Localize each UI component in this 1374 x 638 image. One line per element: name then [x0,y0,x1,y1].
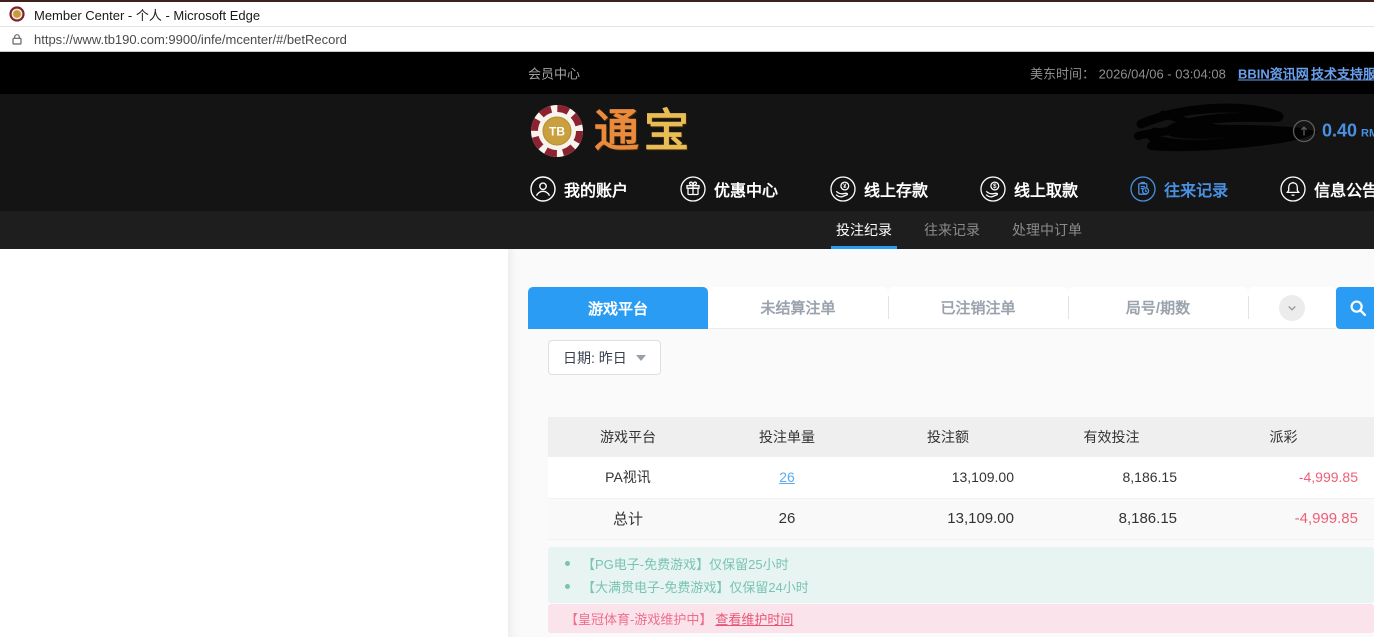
window-title: Member Center - 个人 - Microsoft Edge [34,5,260,24]
site-logo[interactable]: TB 通宝 [530,104,694,158]
col-header-payout: 派彩 [1193,417,1374,457]
withdraw-icon: $ [980,176,1006,202]
tab-round-number[interactable]: 局号/期数 [1068,287,1248,329]
notice-line: 【PG电子-免费游戏】仅保留25小时 [548,552,1374,575]
total-payout: -4,999.85 [1193,498,1374,539]
view-maintenance-time-link[interactable]: 查看维护时间 [715,609,793,628]
notice-line: 【大满贯电子-免费游戏】仅保留24小时 [548,575,1374,598]
col-header-valid-bet: 有效投注 [1030,417,1193,457]
nav-item-my-account[interactable]: 我的账户 [530,176,628,202]
main-content: 游戏平台 未结算注单 已注销注单 局号/期数 [0,249,1374,637]
favicon-tb-chip-icon [9,6,25,22]
logo-wordmark: 通宝 [594,108,694,153]
info-notice-box: 【PG电子-免费游戏】仅保留25小时 【大满贯电子-免费游戏】仅保留24小时 [548,547,1374,603]
search-icon [1347,297,1369,319]
balance-amount: 0.40 [1322,120,1357,140]
total-bet-amount: 13,109.00 [866,498,1030,539]
nav-item-records[interactable]: 往来记录 [1130,176,1228,202]
subnav-item-processing-orders[interactable]: 处理中订单 [1012,211,1082,249]
bet-summary-table: 游戏平台 投注单量 投注额 有效投注 派彩 PA视讯 26 13,109.00 … [548,417,1374,540]
sub-nav: 投注纪录 往来记录 处理中订单 [0,211,1374,249]
total-bet-count: 26 [708,498,866,539]
table-total-row: 总计 26 13,109.00 8,186.15 -4,999.85 [548,498,1374,539]
nav-item-promotions[interactable]: 优惠中心 [680,176,778,202]
bell-icon [1280,176,1306,202]
maintenance-text: 【皇冠体育-游戏维护中】 [565,609,712,628]
top-utility-bar: 会员中心 美东时间： 2026/04/06 - 03:04:08 BBIN资讯网… [0,52,1374,94]
total-label: 总计 [548,498,708,539]
site-header: TB 通宝 0.40 RMB [0,94,1374,167]
main-nav: 我的账户 优惠中心 ¥ 线上存款 $ 线上取款 [0,167,1374,211]
bullet-icon [565,561,570,566]
nav-item-announcements[interactable]: 信息公告 [1280,176,1374,202]
content-panel: 游戏平台 未结算注单 已注销注单 局号/期数 [508,249,1374,637]
deposit-icon: ¥ [830,176,856,202]
tab-cancelled-bets[interactable]: 已注销注单 [888,287,1068,329]
cell-valid-bet: 8,186.15 [1030,457,1193,498]
tab-game-platform[interactable]: 游戏平台 [528,287,708,329]
bbin-news-link[interactable]: BBIN资讯网 [1238,64,1309,83]
caret-down-icon [636,355,646,361]
date-filter-dropdown[interactable]: 日期: 昨日 [548,340,661,375]
chevron-down-icon[interactable] [1279,295,1305,321]
browser-titlebar: Member Center - 个人 - Microsoft Edge [0,0,1374,27]
records-icon [1130,176,1156,202]
table-header-row: 游戏平台 投注单量 投注额 有效投注 派彩 [548,417,1374,457]
subnav-item-bet-records[interactable]: 投注纪录 [836,211,892,249]
maintenance-notice-box: 【皇冠体育-游戏维护中】 查看维护时间 [548,604,1374,633]
filter-tab-bar: 游戏平台 未结算注单 已注销注单 局号/期数 [528,287,1374,329]
subnav-item-transaction-records[interactable]: 往来记录 [924,211,980,249]
nav-item-deposit[interactable]: ¥ 线上存款 [830,176,928,202]
col-header-platform: 游戏平台 [548,417,708,457]
tech-support-link[interactable]: 技术支持服务 [1311,64,1374,83]
table-row: PA视讯 26 13,109.00 8,186.15 -4,999.85 [548,457,1374,498]
cell-platform: PA视讯 [548,457,708,498]
tab-unsettled-bets[interactable]: 未结算注单 [708,287,888,329]
balance-currency: RMB [1361,127,1374,139]
total-valid-bet: 8,186.15 [1030,498,1193,539]
nav-item-withdraw[interactable]: $ 线上取款 [980,176,1078,202]
search-button[interactable] [1336,287,1374,329]
cell-bet-amount: 13,109.00 [866,457,1030,498]
eastern-time-label: 美东时间： 2026/04/06 - 03:04:08 [1030,64,1226,83]
tab-expand-dropdown[interactable] [1248,287,1336,329]
user-icon [530,176,556,202]
cell-payout: -4,999.85 [1193,457,1374,498]
col-header-bet-count: 投注单量 [708,417,866,457]
lock-icon [10,32,24,46]
gift-icon [680,176,706,202]
page-title: 会员中心 [528,64,580,83]
address-bar[interactable]: https://www.tb190.com:9900/infe/mcenter/… [0,27,1374,52]
url-text[interactable]: https://www.tb190.com:9900/infe/mcenter/… [34,32,347,47]
refresh-balance-icon[interactable] [1292,119,1316,143]
balance-display: 0.40 RMB [1322,120,1374,141]
bullet-icon [565,584,570,589]
col-header-bet-amount: 投注额 [866,417,1030,457]
poker-chip-icon: TB [530,104,584,158]
bet-count-link[interactable]: 26 [779,469,795,485]
svg-text:TB: TB [549,124,565,138]
